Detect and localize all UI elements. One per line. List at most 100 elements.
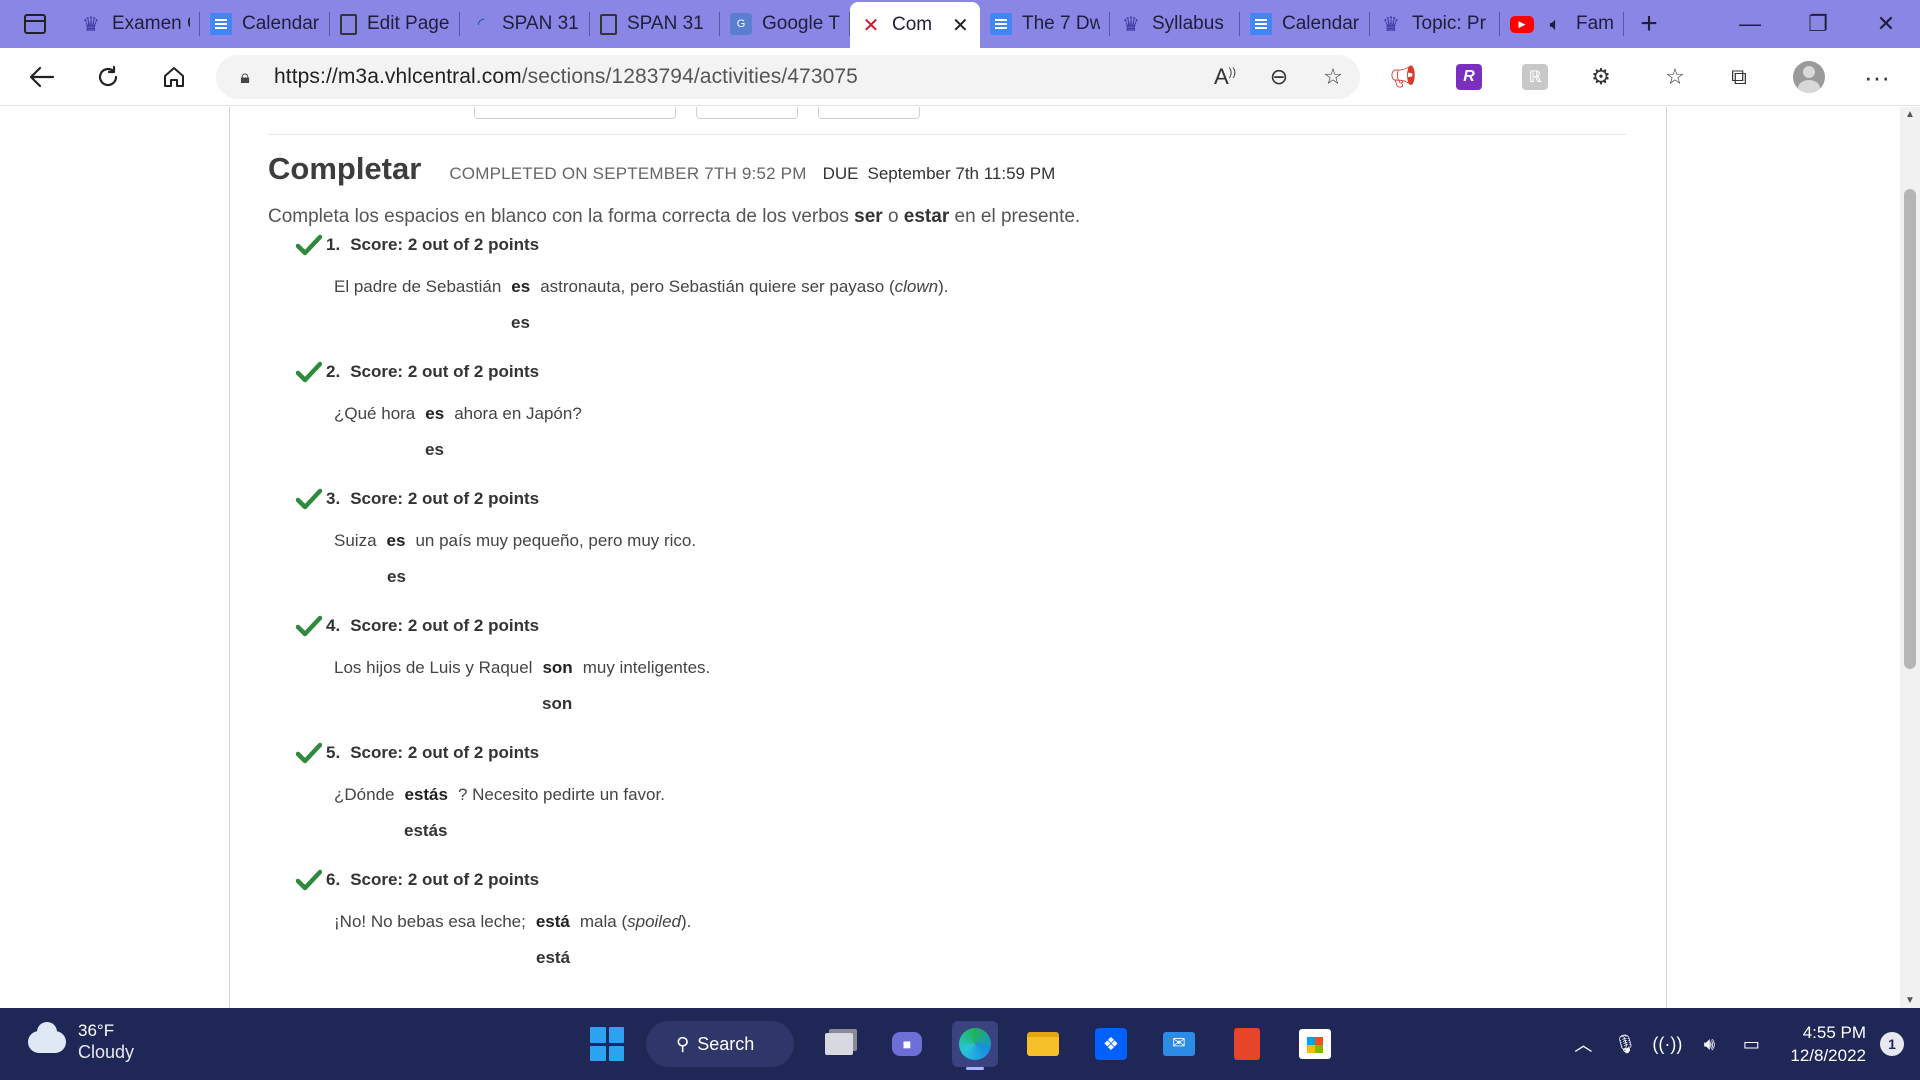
student-answer: es	[425, 404, 445, 423]
read-aloud-icon[interactable]: A))	[1198, 64, 1252, 90]
start-button[interactable]	[590, 1027, 624, 1061]
store-icon[interactable]	[1292, 1021, 1338, 1067]
question-number: 5.	[326, 743, 341, 762]
translate-extension-icon[interactable]: ℝ	[1508, 48, 1562, 106]
tab-examen[interactable]: ♛Examen C	[70, 0, 200, 48]
tab-actions-icon	[24, 14, 46, 34]
question-item: 4. Score: 2 out of 2 points Los hijos de L…	[296, 614, 710, 713]
scroll-up-icon[interactable]: ▲	[1900, 109, 1920, 120]
tab-google-translate[interactable]: G Google T	[720, 0, 850, 48]
back-arrow-icon	[29, 66, 55, 87]
close-window-button[interactable]: ✕	[1852, 0, 1920, 48]
tab-span-31-b[interactable]: SPAN 31	[590, 0, 720, 48]
student-answer: es	[511, 277, 531, 296]
office-icon[interactable]	[1224, 1021, 1270, 1067]
speaker-icon[interactable]: 🔈︎	[1544, 13, 1566, 35]
student-answer: es	[386, 531, 406, 550]
question-number: 4.	[326, 616, 341, 635]
tab-actions-menu-button[interactable]	[0, 0, 70, 48]
wifi-icon[interactable]: ((·))	[1646, 1034, 1688, 1055]
question-sentence: Suiza es un país muy pequeño, pero muy ric…	[334, 531, 697, 550]
question-sentence: El padre de Sebastián es astronauta, pero …	[334, 277, 949, 296]
battery-icon[interactable]: ▭	[1730, 1034, 1772, 1055]
score-text: Score: 2 out of 2 points	[350, 235, 540, 254]
scrollbar-thumb[interactable]	[1904, 189, 1916, 669]
megaphone-extension-icon[interactable]: 📢︎	[1376, 48, 1430, 106]
question-number: 6.	[326, 870, 341, 889]
file-explorer-icon[interactable]	[1020, 1021, 1066, 1067]
score-text: Score: 2 out of 2 points	[350, 489, 540, 508]
home-icon	[164, 66, 184, 87]
tab-the-7-dw[interactable]: The 7 Dw	[980, 0, 1110, 48]
checkmark-icon	[296, 234, 322, 256]
activity-nav-remnants	[474, 107, 920, 119]
scroll-down-icon[interactable]: ▼	[1900, 995, 1920, 1006]
collections-icon[interactable]: ⧉	[1712, 48, 1766, 106]
translate-icon: G	[730, 13, 752, 35]
question-sentence: ¿Dónde estás? Necesito pedirte un favor.	[334, 785, 665, 804]
search-icon: ⚲	[676, 1033, 690, 1054]
question-number: 2.	[326, 362, 341, 381]
volume-icon[interactable]: 🔊︎	[1688, 1034, 1730, 1055]
weather-condition: Cloudy	[78, 1042, 135, 1062]
home-button[interactable]	[141, 48, 207, 106]
divider	[268, 134, 1626, 135]
clock[interactable]: 4:55 PM 12/8/2022	[1790, 1021, 1866, 1067]
score-text: Score: 2 out of 2 points	[350, 743, 540, 762]
student-answer: estás	[404, 785, 448, 804]
tab-completar-active[interactable]: ✕ Com ✕	[850, 2, 980, 48]
zoom-out-icon[interactable]: ⊖	[1252, 64, 1306, 90]
teams-chat-icon[interactable]: ■	[884, 1021, 930, 1067]
close-tab-icon[interactable]: ✕	[952, 13, 970, 38]
lock-icon[interactable]: 🔒︎	[216, 67, 274, 88]
restore-button[interactable]: ❐	[1784, 0, 1852, 48]
r-extension-icon[interactable]: R	[1442, 48, 1496, 106]
question-score: 6. Score: 2 out of 2 points	[296, 868, 539, 892]
docs-icon	[990, 13, 1012, 35]
tab-calendar-2[interactable]: Calendar	[1240, 0, 1370, 48]
content-left-border	[229, 107, 230, 1008]
question-score: 1. Score: 2 out of 2 points	[296, 233, 539, 257]
new-tab-button[interactable]: +	[1624, 0, 1674, 48]
add-favorite-icon[interactable]: ☆	[1306, 64, 1360, 90]
favorites-icon[interactable]: ☆	[1648, 48, 1702, 106]
page-title: Completar	[268, 151, 422, 186]
correct-answer: son	[542, 694, 573, 713]
nav-button-partial[interactable]	[474, 107, 676, 119]
mail-icon[interactable]: ✉	[1156, 1021, 1202, 1067]
minimize-button[interactable]: —	[1716, 0, 1784, 48]
tab-syllabus[interactable]: ♛ Syllabus	[1110, 0, 1240, 48]
taskbar-search[interactable]: ⚲ Search	[646, 1021, 794, 1067]
tab-youtube[interactable]: ▶ 🔈︎ Fam	[1500, 0, 1624, 48]
instructions: Completa los espacios en blanco con la f…	[268, 206, 1081, 227]
extensions-icon[interactable]: ⚙	[1574, 48, 1628, 106]
refresh-button[interactable]	[75, 48, 141, 106]
nav-button-partial[interactable]	[818, 107, 920, 119]
more-menu-icon[interactable]: ···	[1850, 48, 1904, 106]
tab-topic[interactable]: ♛ Topic: Pr	[1370, 0, 1500, 48]
url-text[interactable]: https://m3a.vhlcentral.com/sections/1283…	[274, 65, 1198, 89]
checkmark-icon	[296, 615, 322, 637]
weather-widget[interactable]: 36°F Cloudy	[28, 1020, 134, 1063]
dropbox-icon[interactable]: ❖	[1088, 1021, 1134, 1067]
tab-span-31-a[interactable]: ◜ SPAN 31	[460, 0, 590, 48]
task-view-icon[interactable]	[816, 1021, 862, 1067]
notification-badge[interactable]: 1	[1880, 1032, 1904, 1056]
back-button[interactable]	[9, 48, 75, 106]
nav-button-partial[interactable]	[696, 107, 798, 119]
avatar	[1793, 61, 1825, 93]
tab-edit-page[interactable]: Edit Page	[330, 0, 460, 48]
docs-icon	[1250, 13, 1272, 35]
tab-calendar[interactable]: Calendar	[200, 0, 330, 48]
crown-icon: ♛	[1122, 13, 1140, 36]
activity-header: Completar COMPLETED ON SEPTEMBER 7TH 9:5…	[268, 151, 1055, 187]
page-scrollbar[interactable]: ▲ ▼	[1900, 107, 1920, 1008]
question-item: 6. Score: 2 out of 2 points ¡No! No bebas …	[296, 868, 691, 967]
microphone-icon[interactable]: 🎙︎	[1604, 1034, 1646, 1055]
edge-browser-icon[interactable]	[952, 1021, 998, 1070]
profile-button[interactable]	[1782, 48, 1836, 106]
question-sentence: Los hijos de Luis y Raquel son muy intelig…	[334, 658, 711, 677]
chevron-up-icon[interactable]: ︿	[1562, 1031, 1604, 1057]
address-bar[interactable]: 🔒︎ https://m3a.vhlcentral.com/sections/1…	[216, 55, 1360, 99]
browser-tab-bar: ♛Examen C Calendar Edit Page ◜SPAN 31 SP…	[0, 0, 1920, 48]
